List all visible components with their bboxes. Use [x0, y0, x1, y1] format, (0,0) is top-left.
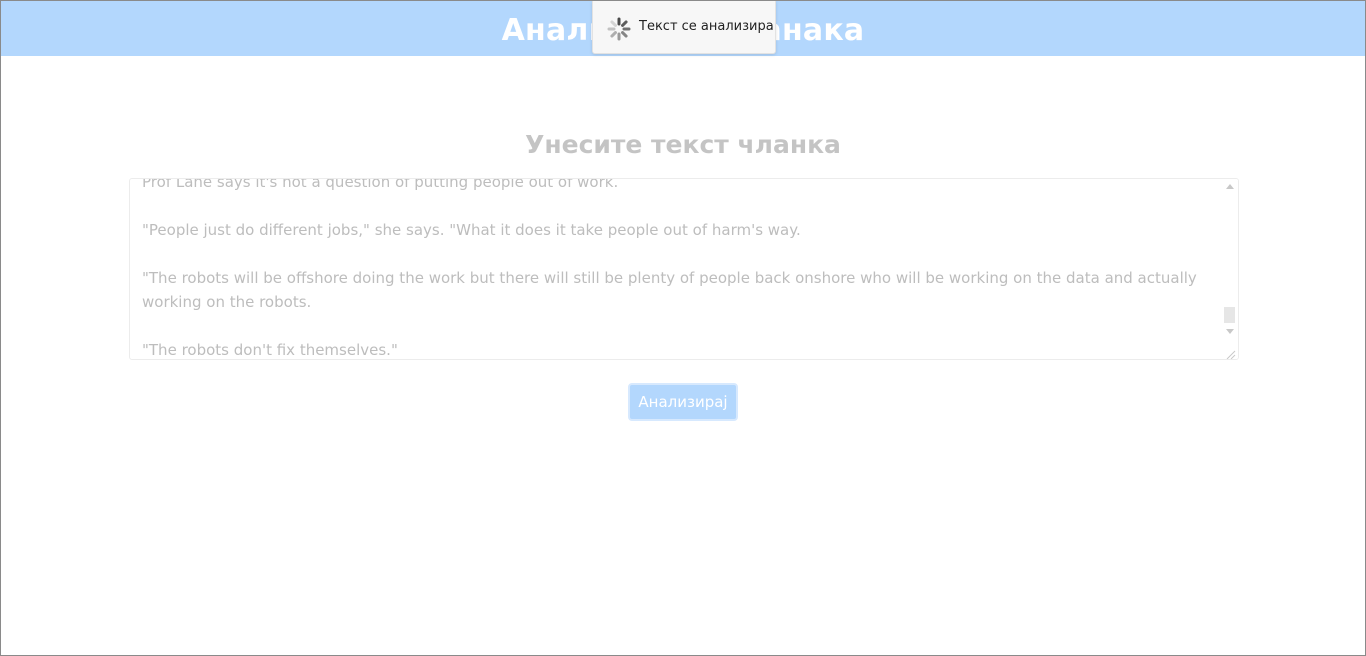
text-paragraph: "The robots will be offshore doing the w…	[142, 269, 1197, 311]
textarea-scrollbar[interactable]	[1221, 179, 1238, 359]
scroll-up-arrow-icon[interactable]	[1226, 184, 1234, 189]
scroll-down-arrow-icon[interactable]	[1226, 329, 1234, 334]
scrollbar-thumb[interactable]	[1224, 307, 1235, 323]
loading-toast: Текст се анализира	[592, 1, 776, 54]
text-paragraph: "The robots don't fix themselves."	[142, 341, 398, 359]
analyze-button[interactable]: Анализирај	[628, 383, 738, 421]
article-textarea[interactable]: Prof Lane says it's not a question of pu…	[129, 178, 1239, 360]
spinner-icon	[606, 16, 632, 42]
text-paragraph: Prof Lane says it's not a question of pu…	[142, 178, 619, 191]
app-window: Анализатор чланака Текст се анализира Ун…	[0, 0, 1366, 656]
text-paragraph: "People just do different jobs," she say…	[142, 221, 801, 239]
form-heading: Унесите текст чланка	[525, 130, 841, 159]
resize-grip-icon[interactable]	[1224, 345, 1236, 359]
textarea-content[interactable]: Prof Lane says it's not a question of pu…	[142, 178, 1204, 359]
toast-message: Текст се анализира	[639, 19, 774, 34]
